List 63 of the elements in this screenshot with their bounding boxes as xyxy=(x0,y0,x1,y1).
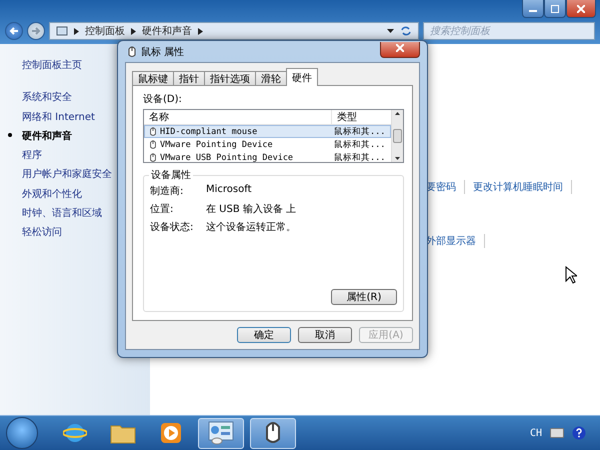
mouse-icon xyxy=(149,140,157,150)
forward-arrow-icon xyxy=(31,26,41,36)
scrollbar-thumb[interactable] xyxy=(393,129,402,143)
mouse-icon xyxy=(127,46,137,58)
dialog-button[interactable]: 取消 xyxy=(298,327,352,343)
scroll-down-icon[interactable] xyxy=(395,157,400,160)
close-button[interactable] xyxy=(566,0,596,18)
tab[interactable]: 指针 xyxy=(173,71,205,86)
device-type: 鼠标和其... xyxy=(333,126,386,138)
start-button[interactable] xyxy=(6,417,38,449)
breadcrumb[interactable]: 硬件和声音 xyxy=(142,24,192,38)
device-row[interactable]: HID-compliant mouse 鼠标和其... xyxy=(144,125,391,138)
taskbar-app-button[interactable] xyxy=(250,418,296,448)
maximize-icon xyxy=(551,4,559,12)
play-icon xyxy=(160,422,182,444)
chevron-icon xyxy=(74,28,79,34)
column-header[interactable]: 名称 xyxy=(144,110,331,124)
address-bar[interactable]: 控制面板 硬件和声音 xyxy=(49,22,419,40)
maximize-button[interactable] xyxy=(544,0,566,18)
bullet-icon xyxy=(8,132,12,137)
task-link[interactable]: 更改计算机睡眠时间 xyxy=(473,180,572,194)
cursor-icon xyxy=(565,266,577,284)
minimize-button[interactable] xyxy=(522,0,544,18)
property-value: Microsoft xyxy=(206,184,253,197)
breadcrumb[interactable]: 控制面板 xyxy=(85,24,125,38)
tab[interactable]: 鼠标键 xyxy=(132,71,174,86)
property-label: 制造商: xyxy=(150,184,184,198)
search-field[interactable]: 搜索控制面板 xyxy=(423,22,595,40)
close-icon xyxy=(396,44,404,52)
close-icon xyxy=(577,4,585,12)
tab[interactable]: 滑轮 xyxy=(255,71,287,86)
property-value: 这个设备运转正常。 xyxy=(206,220,297,234)
mouse-icon xyxy=(149,152,157,162)
back-button[interactable] xyxy=(5,22,23,40)
tab[interactable]: 指针选项 xyxy=(204,71,256,86)
devices-label: 设备(D): xyxy=(143,93,183,106)
chevron-icon xyxy=(198,28,203,34)
device-name: VMware USB Pointing Device xyxy=(160,152,294,162)
properties-button[interactable]: 属性(R) xyxy=(331,289,397,305)
refresh-icon[interactable] xyxy=(400,25,412,37)
device-type: 鼠标和其... xyxy=(333,152,386,164)
dialog-button[interactable]: 确定 xyxy=(237,327,291,343)
keyboard-icon[interactable] xyxy=(550,428,564,438)
dropdown-icon[interactable] xyxy=(387,29,394,33)
help-icon[interactable] xyxy=(572,426,586,440)
language-indicator[interactable]: CH xyxy=(530,428,542,438)
device-name: VMware Pointing Device xyxy=(160,140,273,150)
device-type: 鼠标和其... xyxy=(333,138,386,150)
property-label: 设备状态: xyxy=(150,220,194,234)
property-value: 在 USB 输入设备 上 xyxy=(206,202,298,216)
chevron-icon xyxy=(131,28,136,34)
close-button[interactable] xyxy=(380,42,420,58)
forward-button[interactable] xyxy=(27,22,45,40)
tab[interactable]: 硬件 xyxy=(286,68,318,86)
scroll-up-icon[interactable] xyxy=(395,112,400,115)
group-title: 设备属性 xyxy=(149,168,193,182)
mouse-icon xyxy=(263,421,283,445)
property-label: 位置: xyxy=(150,202,174,216)
device-row[interactable]: VMware USB Pointing Device 鼠标和其... xyxy=(144,151,391,164)
device-name: HID-compliant mouse xyxy=(160,126,258,136)
back-arrow-icon xyxy=(9,26,19,36)
mouse-icon xyxy=(149,126,157,136)
dialog-title: 鼠标 属性 xyxy=(141,46,184,58)
